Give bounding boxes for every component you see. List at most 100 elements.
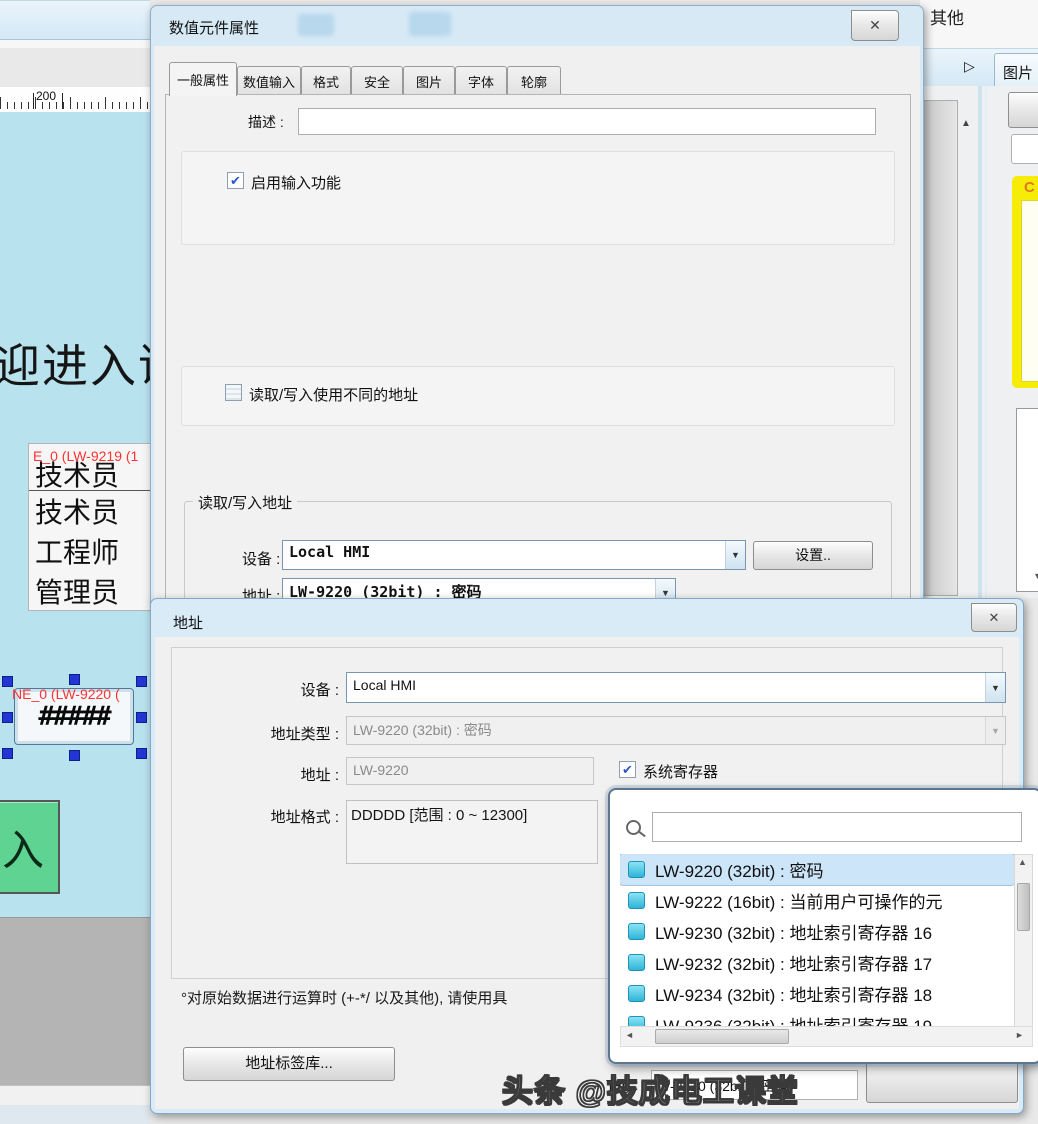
library-button[interactable] xyxy=(1008,92,1038,128)
address-format-value: DDDDD [范围 : 0 ~ 12300] xyxy=(351,804,527,825)
settings-button[interactable]: 设置.. xyxy=(753,541,873,570)
library-field[interactable] xyxy=(1011,134,1038,164)
scroll-up-icon[interactable]: ▲ xyxy=(961,118,971,129)
close-icon: ✕ xyxy=(989,610,1000,625)
horizontal-scrollbar-left[interactable] xyxy=(0,1085,150,1107)
watermark-ghost xyxy=(409,12,451,36)
tab-label: 字体 xyxy=(468,72,494,91)
selection-handle[interactable] xyxy=(136,748,147,759)
panel-divider xyxy=(985,86,987,598)
tab-picture[interactable]: 图片 xyxy=(403,66,455,96)
selection-handle[interactable] xyxy=(2,748,13,759)
panel-divider xyxy=(978,86,982,598)
selection-handle[interactable] xyxy=(69,750,80,761)
tab-label: 图片 xyxy=(416,72,442,91)
horizontal-scrollbar[interactable]: ◄ ► xyxy=(620,1026,1033,1047)
numeric-overlay-label: NE_0 (LW-9220 ( xyxy=(12,686,120,702)
register-icon xyxy=(628,923,645,940)
selection-handle[interactable] xyxy=(136,676,147,687)
watermark: 头条 @技成电工课堂 xyxy=(502,1066,799,1111)
tag-library-button[interactable]: 地址标签库... xyxy=(183,1047,395,1081)
tab-security[interactable]: 安全 xyxy=(351,66,403,96)
tab-label: 轮廓 xyxy=(521,72,547,91)
tab-label: 数值输入 xyxy=(243,72,295,91)
tab-pictures-label: 图片 xyxy=(1003,62,1033,83)
address-list-item[interactable]: LW-9220 (32bit) : 密码 xyxy=(620,854,1014,885)
address-format-box: DDDDD [范围 : 0 ~ 12300] xyxy=(346,800,598,864)
check-icon: ✔ xyxy=(230,174,241,187)
toolbar-right-label[interactable]: 其他 xyxy=(930,4,964,29)
login-button[interactable]: 入 xyxy=(0,800,60,894)
numeric-element-selection[interactable]: ##### NE_0 (LW-9220 ( xyxy=(0,674,150,764)
user-list-item[interactable]: 工程师 xyxy=(29,531,150,571)
search-icon xyxy=(626,820,641,835)
enable-input-checkbox[interactable]: ✔ xyxy=(227,172,244,189)
ruler: 200 xyxy=(0,87,150,113)
scroll-right-icon[interactable]: ► xyxy=(1015,1030,1024,1040)
different-address-checkbox[interactable] xyxy=(225,384,242,401)
tab-format[interactable]: 格式 xyxy=(301,66,351,96)
tab-profile[interactable]: 轮廓 xyxy=(507,66,561,96)
selection-handle[interactable] xyxy=(69,674,80,685)
user-list-item[interactable]: 技术员 xyxy=(29,491,150,531)
address-list-item[interactable]: LW-9234 (32bit) : 地址索引寄存器 18 xyxy=(620,978,1014,1009)
welcome-text: 迎进入课 xyxy=(0,330,150,396)
address-list-item[interactable]: LW-9236 (32bit) : 地址索引寄存器 19 xyxy=(620,1009,1014,1026)
enable-input-label: 启用输入功能 xyxy=(251,172,341,193)
device-value: Local HMI xyxy=(347,673,985,702)
ruler-major-tick xyxy=(62,93,63,109)
scrollbar-thumb[interactable] xyxy=(1017,883,1030,931)
user-list-overlay-label: E_0 (LW-9219 (1 xyxy=(33,448,138,464)
address-item-label: LW-9222 (16bit) : 当前用户可操作的元 xyxy=(655,888,943,913)
shape-preview-panel[interactable]: C xyxy=(1012,176,1038,388)
right-scrollbar-track[interactable] xyxy=(923,100,958,596)
close-button[interactable]: ✕ xyxy=(971,603,1017,632)
tab-numeric-input[interactable]: 数值输入 xyxy=(237,66,301,96)
address-dialog-title: 地址 xyxy=(173,612,203,633)
address-type-value: LW-9220 (32bit) : 密码 xyxy=(347,717,985,744)
register-icon xyxy=(628,861,645,878)
scrollbar-thumb[interactable] xyxy=(655,1029,789,1044)
chevron-down-icon[interactable]: ▼ xyxy=(985,673,1005,702)
chevron-down-icon[interactable]: ▼ xyxy=(725,541,745,569)
description-input[interactable] xyxy=(298,108,876,135)
address-type-combobox: LW-9220 (32bit) : 密码 ▼ xyxy=(346,716,1006,745)
address-format-label: 地址格式 : xyxy=(239,806,339,827)
shape-list[interactable]: ▾ xyxy=(1016,408,1038,592)
scroll-up-icon[interactable]: ▲ xyxy=(1018,857,1027,867)
ruler-ticks-medium xyxy=(0,97,150,109)
device-combobox[interactable]: Local HMI ▼ xyxy=(346,672,1006,703)
user-list-item-label: 技术员 xyxy=(29,497,119,528)
address-list-item[interactable]: LW-9232 (32bit) : 地址索引寄存器 17 xyxy=(620,947,1014,978)
rw-address-group-title: 读取/写入地址 xyxy=(193,492,297,513)
user-list-item-label: 工程师 xyxy=(29,537,119,568)
user-list-header[interactable]: 技术员 E_0 (LW-9219 (1 xyxy=(29,444,150,491)
selection-handle[interactable] xyxy=(2,712,13,723)
tab-general[interactable]: 一般属性 xyxy=(169,62,237,96)
close-button[interactable]: ✕ xyxy=(851,10,899,41)
rw-address-group: 读取/写入地址 设备 : Local HMI ▼ 设置.. 地址 : LW-92… xyxy=(184,501,892,605)
search-input[interactable] xyxy=(652,812,1022,842)
scroll-left-icon[interactable]: ◄ xyxy=(625,1030,634,1040)
hmi-canvas[interactable]: 迎进入课 技术员 E_0 (LW-9219 (1 技术员 工程师 管理员 xyxy=(0,112,150,917)
tag-select-button[interactable] xyxy=(866,1061,1018,1103)
user-list-item[interactable]: 管理员 xyxy=(29,571,150,611)
register-icon xyxy=(628,985,645,1002)
device-combobox[interactable]: Local HMI ▼ xyxy=(282,540,746,570)
address-list[interactable]: LW-9220 (32bit) : 密码 LW-9222 (16bit) : 当… xyxy=(620,854,1014,1026)
close-icon: ✕ xyxy=(869,17,881,33)
tab-font[interactable]: 字体 xyxy=(455,66,507,96)
address-list-item[interactable]: LW-9230 (32bit) : 地址索引寄存器 16 xyxy=(620,916,1014,947)
system-register-checkbox[interactable]: ✔ xyxy=(619,761,636,778)
ruler-label: 200 xyxy=(36,89,56,103)
address-list-item[interactable]: LW-9222 (16bit) : 当前用户可操作的元 xyxy=(620,885,1014,916)
footnote: °对原始数据进行运算时 (+-*/ 以及其他), 请使用具 xyxy=(181,987,507,1008)
user-list-element[interactable]: 技术员 E_0 (LW-9219 (1 技术员 工程师 管理员 xyxy=(28,443,150,611)
expand-arrow-icon[interactable]: ▷ xyxy=(964,58,975,75)
left-blue-band xyxy=(0,0,150,40)
vertical-scrollbar[interactable]: ▲ xyxy=(1014,854,1033,1028)
device-label: 设备 : xyxy=(242,548,280,569)
selection-handle[interactable] xyxy=(136,712,147,723)
tab-pictures[interactable]: 图片 xyxy=(994,53,1038,88)
register-icon xyxy=(628,954,645,971)
